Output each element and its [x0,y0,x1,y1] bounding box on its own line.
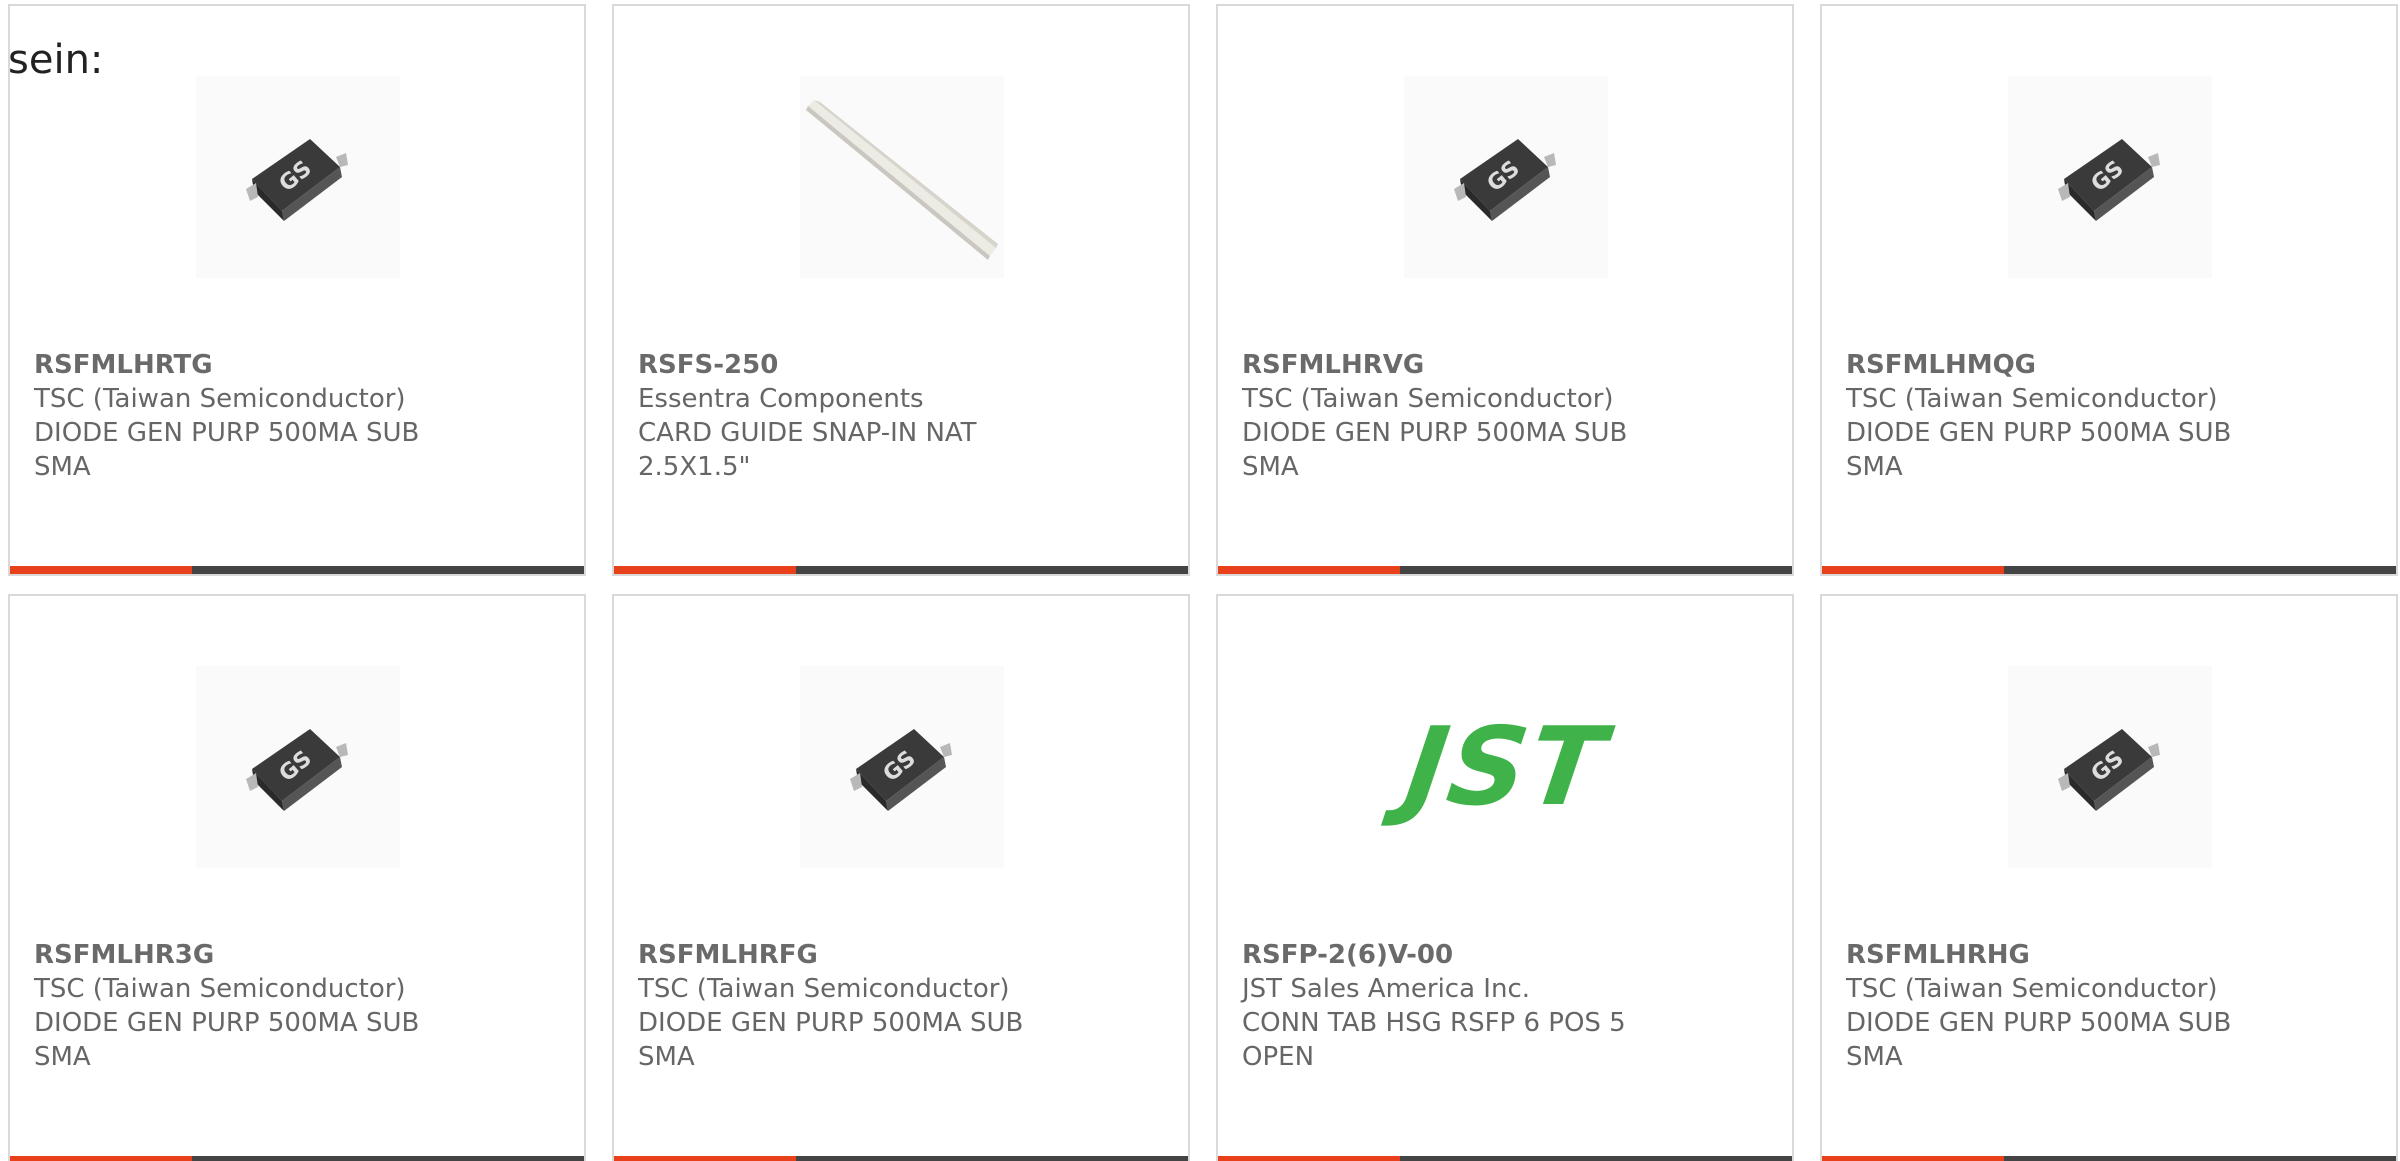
product-info: RSFS-250 Essentra Components CARD GUIDE … [638,348,1068,484]
product-thumbnail[interactable]: GS [2008,76,2212,278]
part-number[interactable]: RSFMLHRVG [1242,348,1672,382]
product-thumbnail[interactable] [800,76,1004,278]
product-info: RSFMLHR3G TSC (Taiwan Semiconductor) DIO… [34,938,464,1074]
product-thumbnail[interactable]: JST [1398,666,1614,868]
manufacturer: TSC (Taiwan Semiconductor) [1846,974,2218,1004]
part-number[interactable]: RSFMLHRTG [34,348,464,382]
card-accent-bar [1218,566,1400,574]
manufacturer: TSC (Taiwan Semiconductor) [34,974,406,1004]
jst-logo: JST [1398,704,1614,830]
description: CARD GUIDE SNAP-IN NAT 2.5X1.5" [638,418,977,482]
product-info: RSFMLHMQG TSC (Taiwan Semiconductor) DIO… [1846,348,2276,484]
card-accent-bar [10,1156,192,1161]
manufacturer: TSC (Taiwan Semiconductor) [34,384,406,414]
manufacturer: TSC (Taiwan Semiconductor) [1846,384,2218,414]
sma-diode-package-icon: GS [246,729,348,811]
description: DIODE GEN PURP 500MA SUB SMA [638,1008,1024,1072]
card-guide-rail-icon [806,100,998,260]
card-accent-bar [614,1156,796,1161]
product-info: RSFP-2(6)V-00 JST Sales America Inc. CON… [1242,938,1672,1074]
manufacturer: JST Sales America Inc. [1242,974,1531,1004]
product-thumbnail[interactable]: GS [196,76,400,278]
description: DIODE GEN PURP 500MA SUB SMA [1242,418,1628,482]
card-accent-bar [10,566,192,574]
part-number[interactable]: RSFS-250 [638,348,1068,382]
sma-diode-package-icon: GS [246,139,348,221]
part-number[interactable]: RSFMLHRHG [1846,938,2276,972]
part-number[interactable]: RSFP-2(6)V-00 [1242,938,1672,972]
card-footer-bar [1822,1156,2396,1161]
card-footer-bar [1218,566,1792,574]
manufacturer: TSC (Taiwan Semiconductor) [638,974,1010,1004]
manufacturer: TSC (Taiwan Semiconductor) [1242,384,1614,414]
card-footer-bar [1822,566,2396,574]
product-card[interactable]: RSFS-250 Essentra Components CARD GUIDE … [612,4,1190,576]
product-thumbnail[interactable]: GS [800,666,1004,868]
product-grid: GS RSFMLHRTG TSC (Taiwan Semiconductor) … [8,4,2398,1161]
sma-diode-package-icon: GS [850,729,952,811]
product-thumbnail[interactable]: GS [196,666,400,868]
card-footer-bar [614,1156,1188,1161]
product-info: RSFMLHRVG TSC (Taiwan Semiconductor) DIO… [1242,348,1672,484]
card-accent-bar [1822,1156,2004,1161]
product-card[interactable]: GS RSFMLHMQG TSC (Taiwan Semiconductor) … [1820,4,2398,576]
page: GS RSFMLHRTG TSC (Taiwan Semiconductor) … [0,0,2400,1161]
card-accent-bar [614,566,796,574]
sma-diode-package-icon: GS [1454,139,1556,221]
product-info: RSFMLHRTG TSC (Taiwan Semiconductor) DIO… [34,348,464,484]
card-accent-bar [1218,1156,1400,1161]
sma-diode-package-icon: GS [2058,729,2160,811]
product-thumbnail[interactable]: GS [2008,666,2212,868]
card-footer-bar [1218,1156,1792,1161]
description: DIODE GEN PURP 500MA SUB SMA [1846,1008,2232,1072]
product-card[interactable]: GS RSFMLHRHG TSC (Taiwan Semiconductor) … [1820,594,2398,1161]
description: DIODE GEN PURP 500MA SUB SMA [34,1008,420,1072]
card-footer-bar [10,1156,584,1161]
description: CONN TAB HSG RSFP 6 POS 5 OPEN [1242,1008,1626,1072]
part-number[interactable]: RSFMLHR3G [34,938,464,972]
intro-text: sein: [8,37,104,83]
card-footer-bar [614,566,1188,574]
product-card[interactable]: GS RSFMLHRFG TSC (Taiwan Semiconductor) … [612,594,1190,1161]
manufacturer: Essentra Components [638,384,924,414]
part-number[interactable]: RSFMLHMQG [1846,348,2276,382]
card-accent-bar [1822,566,2004,574]
product-card[interactable]: GS RSFMLHRVG TSC (Taiwan Semiconductor) … [1216,4,1794,576]
description: DIODE GEN PURP 500MA SUB SMA [1846,418,2232,482]
product-info: RSFMLHRHG TSC (Taiwan Semiconductor) DIO… [1846,938,2276,1074]
product-thumbnail[interactable]: GS [1404,76,1608,278]
sma-diode-package-icon: GS [2058,139,2160,221]
product-info: RSFMLHRFG TSC (Taiwan Semiconductor) DIO… [638,938,1068,1074]
description: DIODE GEN PURP 500MA SUB SMA [34,418,420,482]
card-footer-bar [10,566,584,574]
product-card[interactable]: GS RSFMLHRTG TSC (Taiwan Semiconductor) … [8,4,586,576]
product-card[interactable]: JST RSFP-2(6)V-00 JST Sales America Inc.… [1216,594,1794,1161]
part-number[interactable]: RSFMLHRFG [638,938,1068,972]
product-card[interactable]: GS RSFMLHR3G TSC (Taiwan Semiconductor) … [8,594,586,1161]
